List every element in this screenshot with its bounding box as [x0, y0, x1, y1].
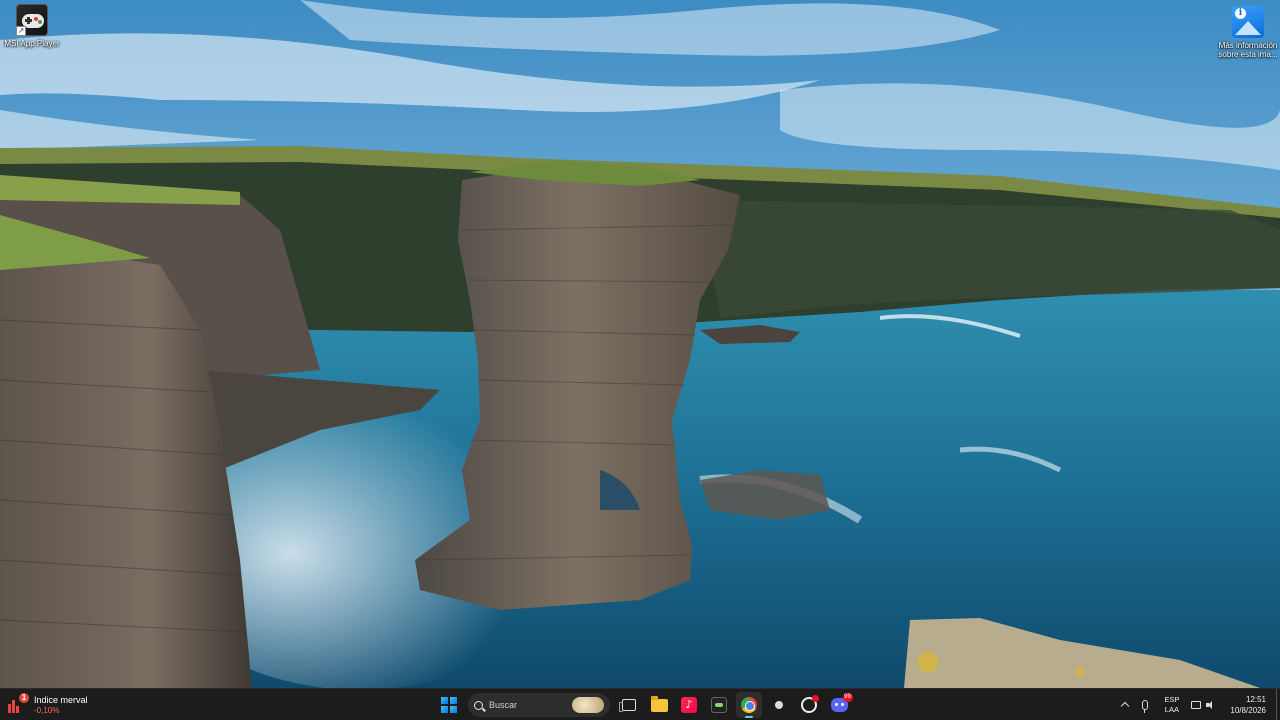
clock[interactable]: 12:51 10/8/2026: [1230, 694, 1266, 716]
widget-title: Indice merval: [34, 694, 88, 705]
folder-icon: [650, 695, 668, 712]
notification-badge: 99: [842, 693, 853, 702]
tiktok-button[interactable]: ♪: [676, 692, 702, 718]
task-view-button[interactable]: [616, 692, 642, 718]
widget-value: -0,10%: [34, 705, 60, 715]
msi-app-player-button[interactable]: [706, 692, 732, 718]
microphone-icon[interactable]: [1142, 700, 1149, 713]
chevron-up-icon[interactable]: [1120, 700, 1130, 710]
circle-icon: [801, 695, 819, 713]
notification-badge: [812, 695, 819, 702]
search-placeholder: Buscar: [489, 700, 518, 710]
taskbar: 1 Indice merval -0,10% Buscar ♪ 99 ESP L…: [0, 688, 1280, 720]
app-button[interactable]: [796, 692, 822, 718]
language-code: ESP: [1164, 695, 1180, 704]
clock-time: 12:51: [1245, 695, 1266, 704]
widgets-button[interactable]: 1 Indice merval -0,10%: [8, 689, 88, 720]
taskbar-center: Buscar ♪ 99: [436, 689, 853, 720]
stock-chart-icon: 1: [8, 693, 29, 713]
language-indicator[interactable]: ESP LAA: [1164, 695, 1179, 715]
discord-button[interactable]: 99: [826, 692, 853, 718]
desktop-icon-label: MSI App Player: [4, 39, 60, 48]
widget-badge: 1: [19, 693, 29, 703]
network-icon: [1191, 701, 1202, 709]
desktop-wallpaper: [0, 0, 1280, 688]
clock-date: 10/8/2026: [1230, 706, 1266, 715]
task-view-icon: [619, 699, 636, 712]
desktop-icon-label: Más información sobre esta ima...: [1218, 41, 1278, 59]
volume-icon: [1206, 701, 1216, 709]
search-icon: [474, 700, 483, 710]
desktop-icon-msi-app-player[interactable]: ↗ MSI App Player: [0, 4, 64, 48]
desktop-icon-image-info[interactable]: i Más información sobre esta ima...: [1216, 6, 1280, 59]
quick-settings[interactable]: [1191, 701, 1216, 709]
gamepad-icon: ↗: [16, 4, 48, 36]
windows-icon: [441, 697, 457, 713]
search-highlight-image: [572, 697, 604, 713]
keyboard-layout: LAA: [1164, 705, 1179, 714]
show-desktop-button[interactable]: [1276, 689, 1280, 720]
start-button[interactable]: [436, 692, 462, 718]
msi-app-icon: [711, 697, 727, 713]
dot-icon: [775, 701, 783, 709]
file-explorer-button[interactable]: [646, 692, 672, 718]
tiktok-icon: ♪: [681, 697, 697, 713]
chrome-button[interactable]: [736, 692, 762, 718]
search-box[interactable]: Buscar: [468, 693, 610, 717]
info-image-icon: i: [1232, 6, 1264, 38]
app-button[interactable]: [766, 692, 792, 718]
discord-icon: 99: [830, 693, 853, 712]
chrome-icon: [741, 697, 757, 713]
system-tray: ESP LAA 12:51 10/8/2026: [1120, 689, 1280, 720]
shortcut-arrow-icon: ↗: [16, 26, 26, 36]
